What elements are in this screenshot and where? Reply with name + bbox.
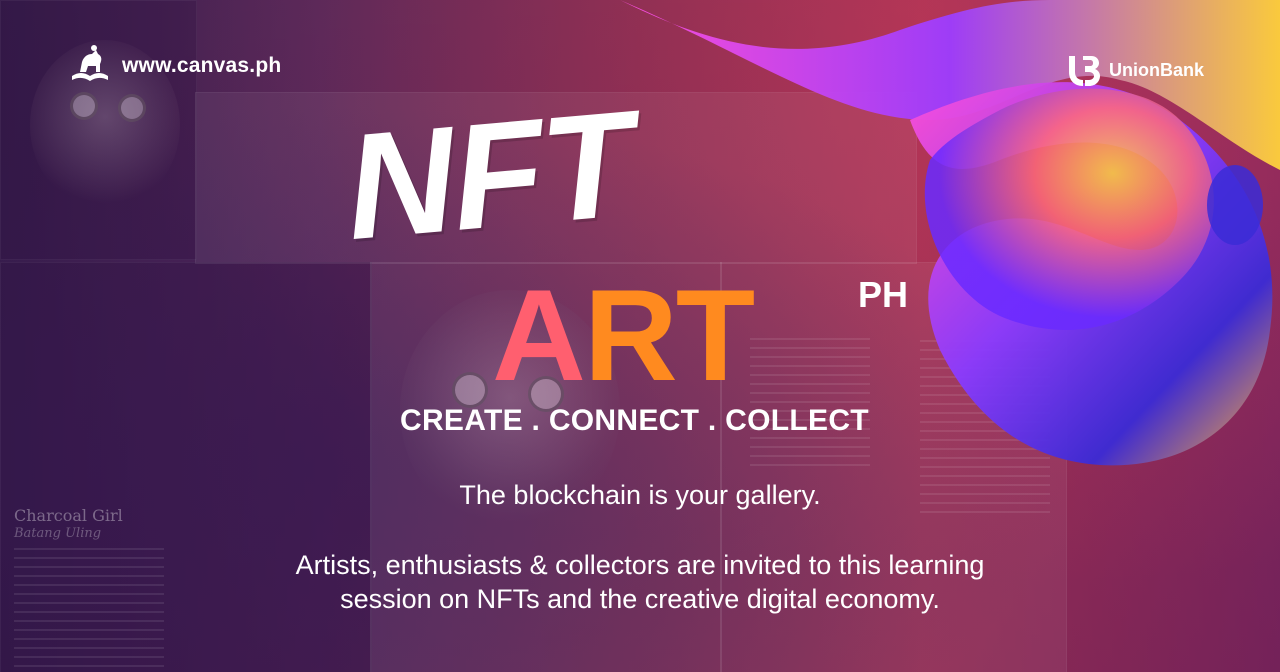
illustration-eye bbox=[118, 94, 146, 122]
illustration-eye bbox=[452, 372, 488, 408]
background-book-subtitle: Batang Uling bbox=[14, 526, 102, 541]
headline-art-a: A bbox=[492, 262, 586, 408]
description-line-2: session on NFTs and the creative digital… bbox=[340, 584, 940, 614]
unionbank-logo[interactable]: UnionBank bbox=[1065, 52, 1204, 88]
unionbank-logo-icon bbox=[1068, 56, 1100, 86]
site-url: www.canvas.ph bbox=[122, 54, 282, 77]
subheadline: The blockchain is your gallery. bbox=[459, 480, 821, 510]
headline-ph: PH bbox=[858, 274, 909, 315]
tagline: CREATE . CONNECT . COLLECT bbox=[400, 404, 869, 437]
illustration-eye bbox=[70, 92, 98, 120]
partner-name: UnionBank bbox=[1108, 59, 1204, 80]
canvas-horse-logo-icon bbox=[72, 45, 108, 81]
nft-art-ph-banner: Charcoal Girl Batang Uling www.canvas.ph… bbox=[0, 0, 1280, 672]
canvas-logo[interactable]: www.canvas.ph bbox=[66, 42, 281, 90]
description-line-1: Artists, enthusiasts & collectors are in… bbox=[295, 550, 985, 580]
headline-art-rt: RT bbox=[583, 262, 755, 408]
headline-art: ART bbox=[492, 270, 755, 400]
headline-nft: NFT bbox=[339, 78, 639, 272]
description: Artists, enthusiasts & collectors are in… bbox=[0, 548, 1280, 616]
